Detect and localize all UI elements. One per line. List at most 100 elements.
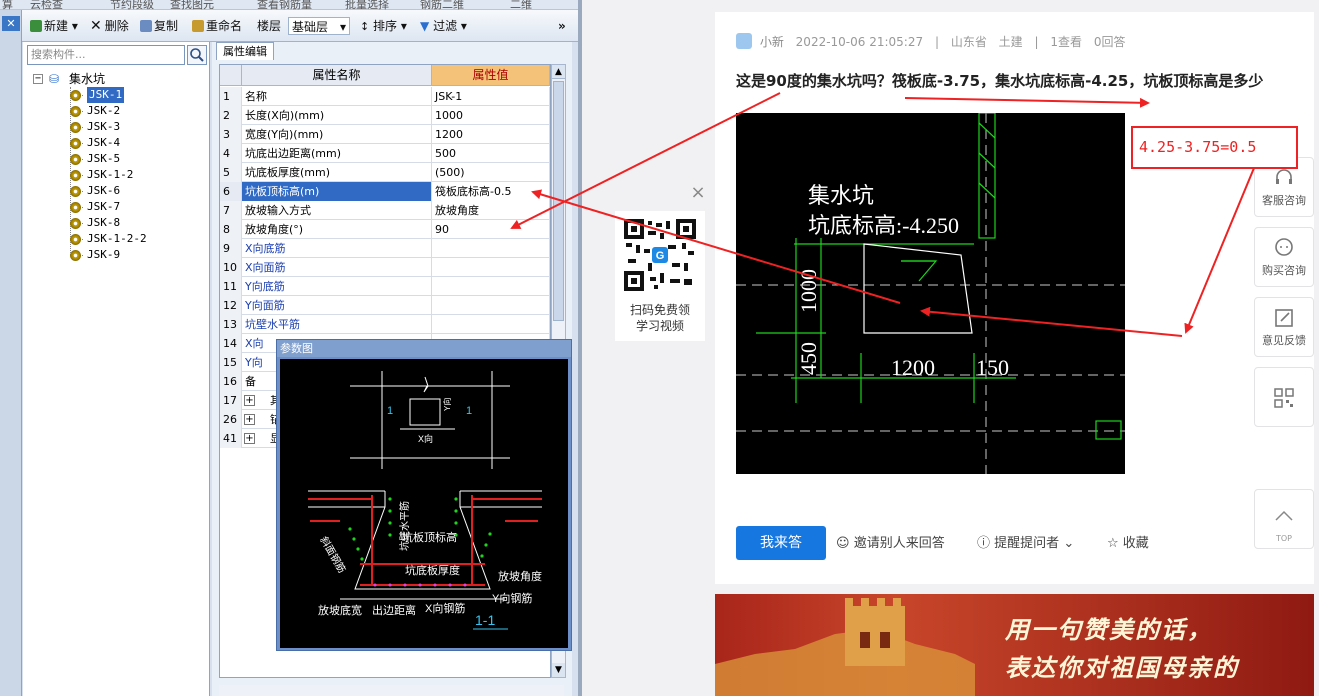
floor-label: 楼层 [257,19,282,33]
close-icon[interactable]: × [688,183,708,203]
property-value[interactable]: 1200 [432,125,550,144]
filter-button[interactable]: ▼ 过滤 ▾ [420,17,467,35]
property-row[interactable]: 12 Y向面筋 [220,296,550,315]
row-number: 17 [220,391,242,410]
property-value[interactable]: 90 [432,220,550,239]
author-name[interactable]: 小新 [760,35,784,49]
tree-root[interactable]: 集水坑 [69,71,105,87]
qr-promo[interactable]: G 扫码免费领 学习视频 [615,211,705,341]
property-row[interactable]: 1 名称 JSK-1 [220,87,550,106]
tree-item[interactable]: JSK-7 [87,199,120,215]
property-row[interactable]: 4 坑底出边距离(mm) 500 [220,144,550,163]
property-row[interactable]: 9 X向底筋 [220,239,550,258]
copy-button[interactable]: 复制 [140,17,178,35]
invite-label: 邀请别人来回答 [853,536,945,551]
property-row[interactable]: 3 宽度(Y向)(mm) 1200 [220,125,550,144]
feedback-button[interactable]: 意见反馈 [1254,297,1314,357]
rename-label: 重命名 [206,19,243,33]
horizontal-scrollbar[interactable] [219,685,564,696]
property-value[interactable]: JSK-1 [432,87,550,106]
property-value[interactable]: 500 [432,144,550,163]
scroll-down-icon[interactable]: ▼ [552,663,565,677]
sort-button[interactable]: ↕ 排序 ▾ [360,17,407,35]
tree-item[interactable]: JSK-1 [87,87,125,103]
scroll-up-icon[interactable]: ▲ [552,65,565,79]
toolbar-overflow-icon[interactable]: » [558,17,566,35]
property-row[interactable]: 2 长度(X向)(mm) 1000 [220,106,550,125]
row-number: 7 [220,201,242,220]
feedback-label: 意见反馈 [1262,334,1306,347]
search-icon [190,48,204,62]
param-label-ybar: Y向钢筋 [492,591,532,605]
copy-icon [140,20,152,32]
cad-label-bottom-elev: 坑底标高:-4.250 [808,213,959,238]
tree-item[interactable]: JSK-4 [87,135,120,151]
row-number: 26 [220,410,242,429]
property-row[interactable]: 6 坑板顶标高(m) 筏板底标高-0.5 [220,182,550,201]
new-button[interactable]: 新建 ▾ [30,17,78,35]
buy-consult-button[interactable]: 购买咨询 [1254,227,1314,287]
category[interactable]: 土建 [999,35,1023,49]
tree-collapse-toggle[interactable]: − [33,74,43,84]
cad-label-pit: 集水坑 [808,183,874,208]
promo-banner[interactable]: 用一句赞美的话， 表达你对祖国母亲的 [715,594,1314,696]
tree-item[interactable]: JSK-3 [87,119,120,135]
tree-item[interactable]: JSK-9 [87,247,120,263]
row-number: 9 [220,239,242,258]
property-row[interactable]: 7 放坡输入方式 放坡角度 [220,201,550,220]
close-icon[interactable]: ✕ [2,16,20,31]
search-button[interactable] [187,45,207,65]
back-to-top-button[interactable]: TOP [1254,489,1314,549]
tree-item[interactable]: JSK-1-2-2 [87,231,147,247]
tree-item[interactable]: JSK-5 [87,151,120,167]
property-row[interactable]: 8 放坡角度(°) 90 [220,220,550,239]
remind-label: 提醒提问者 [994,536,1060,551]
invite-button[interactable]: ☺ 邀请别人来回答 [836,534,945,554]
meta-separator: | [1034,35,1039,49]
scroll-thumb[interactable] [553,81,564,321]
property-value[interactable] [432,315,550,334]
favorite-button[interactable]: ☆ 收藏 [1107,534,1149,554]
property-row[interactable]: 11 Y向底筋 [220,277,550,296]
tab-property-edit[interactable]: 属性编辑 [216,42,274,60]
property-value[interactable] [432,258,550,277]
property-name: 长度(X向)(mm) [242,106,432,125]
edit-icon [1275,309,1293,327]
property-value[interactable]: 1000 [432,106,550,125]
floor-select[interactable]: 基础层 ▾ [288,17,350,35]
gear-icon [70,218,81,229]
arrow-up-icon [1275,510,1293,521]
property-value[interactable] [432,277,550,296]
qr-side-button[interactable] [1254,367,1314,427]
remind-button[interactable]: ⓘ 提醒提问者 ⌄ [977,534,1074,554]
property-row[interactable]: 10 X向面筋 [220,258,550,277]
tree-item[interactable]: JSK-2 [87,103,120,119]
delete-button[interactable]: ✕ 删除 [90,17,129,35]
tree-item[interactable]: JSK-6 [87,183,120,199]
window-divider[interactable] [578,0,582,696]
question-cad-image[interactable]: 集水坑 坑底标高:-4.250 1000 450 1200 150 [736,112,1125,474]
software-window: 算 云检查 节约段级 查找图元 查看钢筋量 批量选择 钢筋二维 二维 新建 ▾ … [0,0,578,696]
banner-line-2: 表达你对祖国母亲的 [1005,654,1239,682]
property-value[interactable] [432,296,550,315]
param-label-ydir: Y向 [442,398,452,411]
property-value[interactable]: 放坡角度 [432,201,550,220]
favorite-label: 收藏 [1122,536,1149,551]
property-row[interactable]: 5 坑底板厚度(mm) (500) [220,163,550,182]
param-label-xdir: X向 [418,433,433,444]
avatar[interactable] [736,33,752,49]
row-number: 1 [220,87,242,106]
top-label: TOP [1275,534,1292,543]
rename-button[interactable]: 重命名 [192,17,242,35]
answer-button[interactable]: 我来答 [736,526,826,560]
great-wall-image [715,598,975,696]
row-number: 2 [220,106,242,125]
property-row[interactable]: 13 坑壁水平筋 [220,315,550,334]
tree-item[interactable]: JSK-8 [87,215,120,231]
tree-item[interactable]: JSK-1-2 [87,167,133,183]
property-value[interactable]: 筏板底标高-0.5 [432,182,550,201]
property-value[interactable]: (500) [432,163,550,182]
search-input[interactable]: 搜索构件... [27,45,185,65]
property-value[interactable] [432,239,550,258]
chevron-down-icon: ▾ [339,20,346,34]
